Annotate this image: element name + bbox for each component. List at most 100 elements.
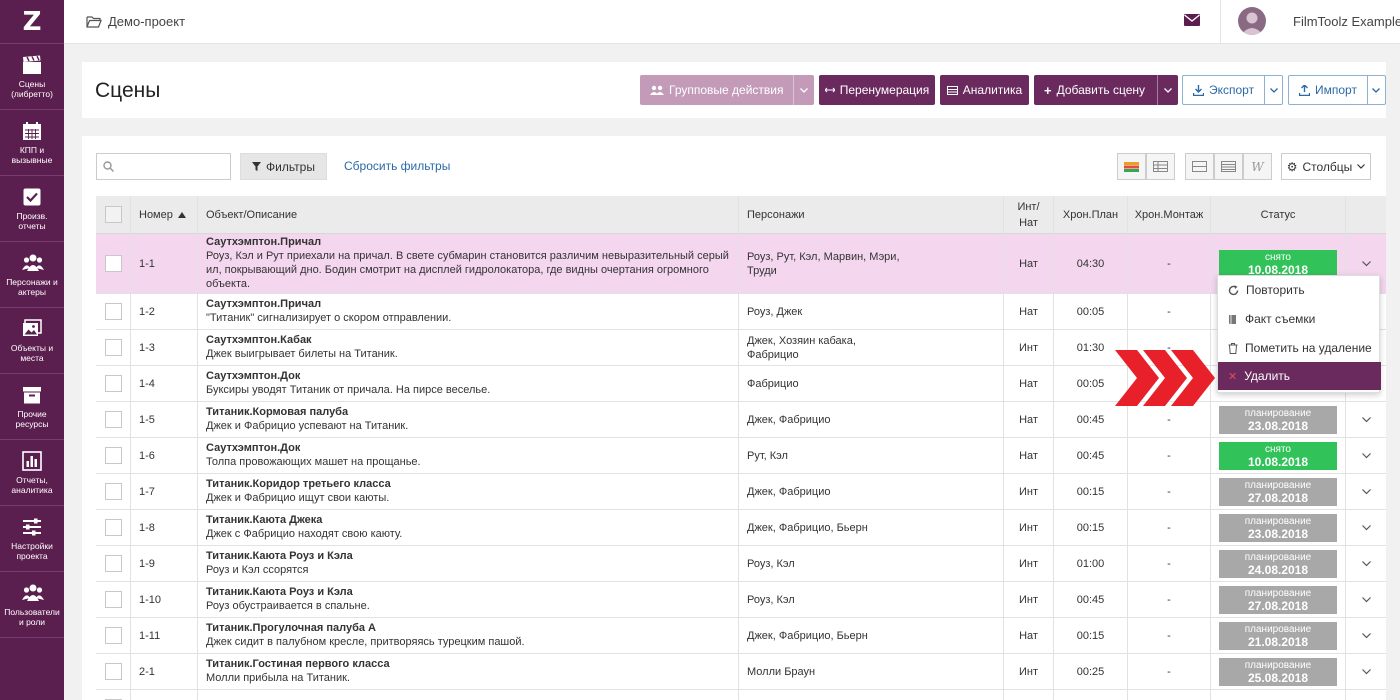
column-header-number[interactable]: Номер: [131, 196, 198, 233]
user-name[interactable]: FilmToolz Example: [1293, 14, 1400, 29]
status-badge[interactable]: планирование 23.08.2018: [1219, 405, 1337, 434]
status-badge[interactable]: планирование 24.08.2018: [1219, 549, 1337, 578]
sidebar-item-0[interactable]: Сцены (либретто): [0, 44, 64, 110]
chevron-down-icon[interactable]: [1156, 75, 1178, 105]
sidebar-item-2[interactable]: Произв. отчеты: [0, 176, 64, 242]
status-badge[interactable]: планирование 21.08.2018: [1219, 621, 1337, 650]
chevron-down-icon[interactable]: [792, 75, 814, 105]
logo[interactable]: Z: [0, 0, 64, 44]
table-row[interactable]: 1-11 Титаник.Прогулочная палуба А Джек сид…: [96, 618, 1386, 654]
scene-chron-plan: 01:00: [1054, 546, 1128, 581]
column-header-int-nat[interactable]: Инт/ Нат: [1004, 196, 1054, 233]
columns-button[interactable]: ⚙ Столбцы: [1281, 153, 1371, 180]
chevron-down-icon[interactable]: [1361, 260, 1371, 267]
scene-description: Толпа провожающих машет на прощанье.: [206, 456, 421, 468]
search-input[interactable]: [96, 153, 231, 180]
table-view-button[interactable]: [1146, 153, 1175, 180]
chevron-down-icon[interactable]: [1361, 488, 1371, 495]
chevron-down-icon[interactable]: [1264, 76, 1282, 104]
row-checkbox[interactable]: [104, 447, 122, 464]
column-header-status[interactable]: Статус: [1211, 196, 1346, 233]
table-row[interactable]: 1-10 Титаник.Каюта Роуз и Кэла Роуз обустр…: [96, 582, 1386, 618]
import-button[interactable]: Импорт: [1288, 75, 1386, 105]
compact-view-button[interactable]: [1185, 153, 1214, 180]
avatar[interactable]: [1238, 7, 1266, 35]
scene-characters: Молли Браун: [739, 654, 1004, 689]
group-actions-button[interactable]: Групповые действия: [640, 75, 814, 105]
sidebar-item-label: Настройки проекта: [11, 540, 53, 561]
sidebar-item-5[interactable]: Прочие ресурсы: [0, 374, 64, 440]
status-badge[interactable]: планирование 27.08.2018: [1219, 585, 1337, 614]
menu-item-mark-delete[interactable]: Пометить на удаление: [1218, 334, 1381, 362]
breadcrumb[interactable]: Демо-проект: [86, 14, 185, 29]
add-scene-button[interactable]: + Добавить сцену: [1034, 75, 1178, 105]
row-checkbox[interactable]: [104, 303, 122, 320]
table-row[interactable]: 1-7 Титаник.Коридор третьего класса Джек и…: [96, 474, 1386, 510]
plus-icon: +: [1044, 82, 1052, 98]
scene-chron-plan: 04:30: [1054, 234, 1128, 293]
sidebar-item-1[interactable]: КПП и вызывные: [0, 110, 64, 176]
table-row[interactable]: Титаник.Нос корабля: [96, 690, 1386, 700]
row-checkbox[interactable]: [104, 483, 122, 500]
row-checkbox[interactable]: [104, 255, 122, 272]
column-header-chron-plan[interactable]: Хрон.План: [1054, 196, 1128, 233]
sidebar-item-7[interactable]: Настройки проекта: [0, 506, 64, 572]
column-header-object[interactable]: Объект/Описание: [198, 196, 739, 233]
analytics-button[interactable]: Аналитика: [940, 75, 1029, 105]
scene-location: Титаник.Гостиная первого класса: [206, 658, 390, 670]
row-checkbox[interactable]: [104, 591, 122, 608]
table-row[interactable]: 2-1 Титаник.Гостиная первого класса Молли …: [96, 654, 1386, 690]
chevron-down-icon[interactable]: [1361, 524, 1371, 531]
color-bars-icon: [1124, 161, 1139, 172]
table-row[interactable]: 1-5 Титаник.Кормовая палуба Джек и Фабрици…: [96, 402, 1386, 438]
menu-item-repeat[interactable]: Повторить: [1218, 276, 1381, 304]
sidebar-item-8[interactable]: Пользователи и роли: [0, 572, 64, 638]
chevron-down-icon[interactable]: [1361, 416, 1371, 423]
menu-item-delete[interactable]: ✕ Удалить: [1218, 362, 1381, 390]
menu-item-fact[interactable]: Факт съемки: [1218, 305, 1381, 333]
column-header-chron-edit[interactable]: Хрон.Монтаж: [1128, 196, 1211, 233]
select-all-checkbox[interactable]: [104, 206, 122, 223]
chevron-down-icon[interactable]: [1366, 76, 1385, 104]
scene-characters: Роуз, Кэл: [739, 546, 1004, 581]
word-view-button[interactable]: W: [1243, 153, 1272, 180]
export-button[interactable]: Экспорт: [1182, 75, 1283, 105]
table-row[interactable]: 1-2 Саутхэмптон.Причал "Титаник" сигнализи…: [96, 294, 1386, 330]
list-view-button[interactable]: [1214, 153, 1243, 180]
chevron-down-icon[interactable]: [1361, 668, 1371, 675]
row-checkbox[interactable]: [104, 339, 122, 356]
mail-icon[interactable]: [1184, 14, 1200, 26]
row-checkbox[interactable]: [104, 375, 122, 392]
scene-chron-edit: -: [1128, 582, 1211, 617]
chevron-down-icon[interactable]: [1361, 596, 1371, 603]
table-row[interactable]: 1-8 Титаник.Каюта Джека Джек с Фабрицио на…: [96, 510, 1386, 546]
table-row[interactable]: 1-1 Саутхэмптон.Причал Роуз, Кэл и Рут при…: [96, 234, 1386, 294]
row-checkbox[interactable]: [104, 627, 122, 644]
sliders-icon: [22, 517, 42, 537]
status-badge[interactable]: снято 10.08.2018: [1219, 441, 1337, 470]
sidebar-item-4[interactable]: Объекты и места: [0, 308, 64, 374]
chevron-down-icon[interactable]: [1361, 560, 1371, 567]
row-checkbox[interactable]: [104, 555, 122, 572]
status-badge[interactable]: планирование 23.08.2018: [1219, 513, 1337, 542]
status-badge[interactable]: снято 10.08.2018: [1219, 249, 1337, 278]
column-header-characters[interactable]: Персонажи: [739, 196, 1004, 233]
reset-filters-link[interactable]: Сбросить фильтры: [344, 159, 450, 173]
filters-button[interactable]: Фильтры: [240, 153, 327, 180]
table-row[interactable]: 1-6 Саутхэмптон.Док Толпа провожающих маше…: [96, 438, 1386, 474]
status-badge[interactable]: планирование 25.08.2018: [1219, 657, 1337, 686]
status-badge[interactable]: планирование 27.08.2018: [1219, 477, 1337, 506]
sidebar-item-label: КПП и вызывные: [11, 144, 53, 165]
table-header: Номер Объект/Описание Персонажи Инт/ Нат…: [96, 196, 1386, 234]
row-checkbox[interactable]: [104, 519, 122, 536]
color-view-button[interactable]: [1117, 153, 1146, 180]
scene-description: Джек и Фабрицио ищут свои каюты.: [206, 492, 390, 504]
row-checkbox[interactable]: [104, 663, 122, 680]
sidebar-item-3[interactable]: Персонажи и актеры: [0, 242, 64, 308]
sidebar-item-6[interactable]: Отчеты, аналитика: [0, 440, 64, 506]
table-row[interactable]: 1-9 Титаник.Каюта Роуз и Кэла Роуз и Кэл с…: [96, 546, 1386, 582]
chevron-down-icon[interactable]: [1361, 632, 1371, 639]
row-checkbox[interactable]: [104, 411, 122, 428]
renumber-button[interactable]: Перенумерация: [819, 75, 935, 105]
chevron-down-icon[interactable]: [1361, 452, 1371, 459]
